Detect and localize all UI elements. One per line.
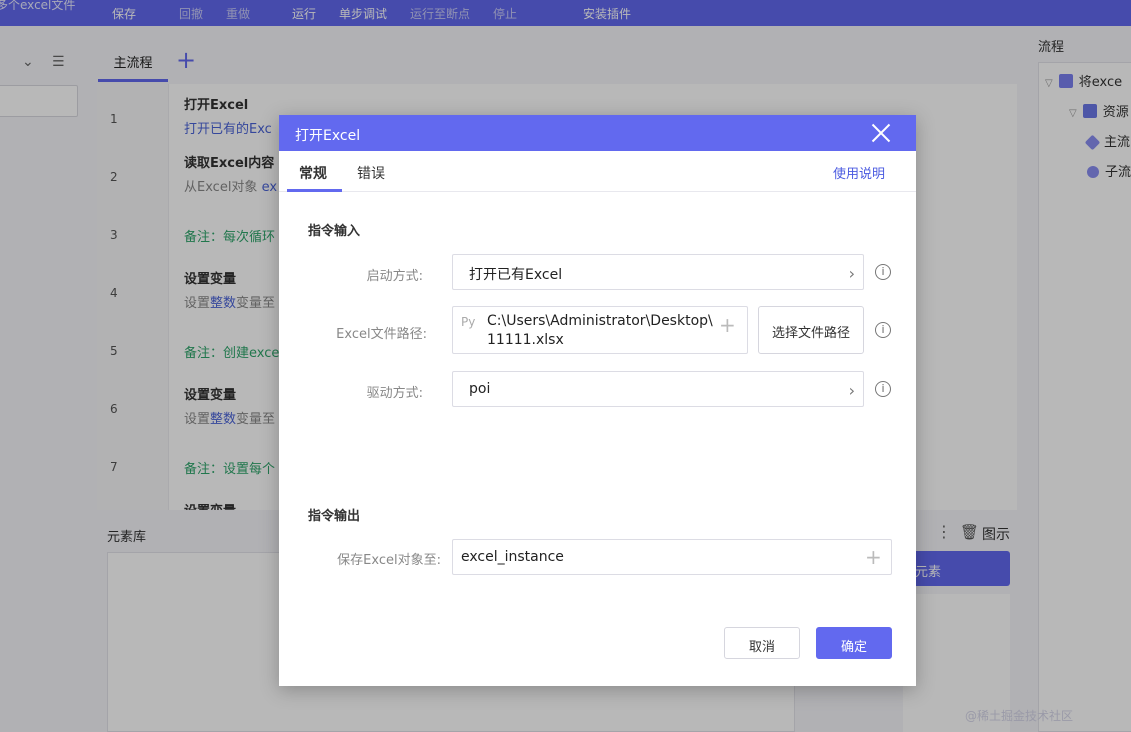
info-icon[interactable]: i — [875, 264, 891, 280]
chevron-right-icon: › — [848, 264, 855, 283]
chevron-right-icon: › — [848, 381, 855, 400]
excel-path-input[interactable]: Py C:\Users\Administrator\Desktop\ 11111… — [452, 306, 748, 354]
tab-general[interactable]: 常规 — [299, 163, 327, 183]
driver-mode-value: poi — [469, 381, 491, 397]
dialog-title: 打开Excel — [295, 128, 361, 144]
save-excel-label: 保存Excel对象至: — [337, 553, 441, 568]
open-excel-dialog: 打开Excel 常规 错误 使用说明 指令输入 启动方式: 打开已有Excel … — [279, 115, 916, 686]
info-icon[interactable]: i — [875, 381, 891, 397]
output-section-title: 指令输出 — [308, 509, 361, 524]
active-tab-indicator — [287, 189, 342, 192]
ok-button[interactable]: 确定 — [816, 627, 892, 659]
add-variable-icon[interactable]: + — [719, 315, 736, 335]
save-excel-value: excel_instance — [461, 549, 564, 565]
driver-mode-label: 驱动方式: — [366, 386, 423, 401]
save-excel-input[interactable]: excel_instance + — [452, 539, 892, 575]
tab-error[interactable]: 错误 — [357, 163, 385, 183]
dialog-header: 打开Excel — [279, 115, 916, 151]
cancel-button[interactable]: 取消 — [724, 627, 800, 659]
launch-mode-label: 启动方式: — [366, 269, 423, 284]
add-variable-icon[interactable]: + — [865, 547, 882, 567]
watermark-text: @稀土掘金技术社区 — [965, 709, 1074, 723]
choose-file-path-button[interactable]: 选择文件路径 — [758, 306, 864, 354]
excel-path-value-line1: C:\Users\Administrator\Desktop\ — [487, 313, 713, 329]
excel-path-value-line2: 11111.xlsx — [487, 332, 564, 348]
close-icon[interactable] — [869, 121, 893, 145]
help-link[interactable]: 使用说明 — [833, 163, 885, 182]
excel-path-label: Excel文件路径: — [336, 327, 427, 342]
info-icon[interactable]: i — [875, 322, 891, 338]
launch-mode-value: 打开已有Excel — [469, 267, 563, 283]
input-section-title: 指令输入 — [308, 224, 361, 239]
launch-mode-select[interactable]: 打开已有Excel › — [452, 254, 864, 290]
driver-mode-select[interactable]: poi › — [452, 371, 864, 407]
dialog-tabs: 常规 错误 使用说明 — [279, 151, 916, 192]
python-expression-icon[interactable]: Py — [461, 315, 475, 329]
